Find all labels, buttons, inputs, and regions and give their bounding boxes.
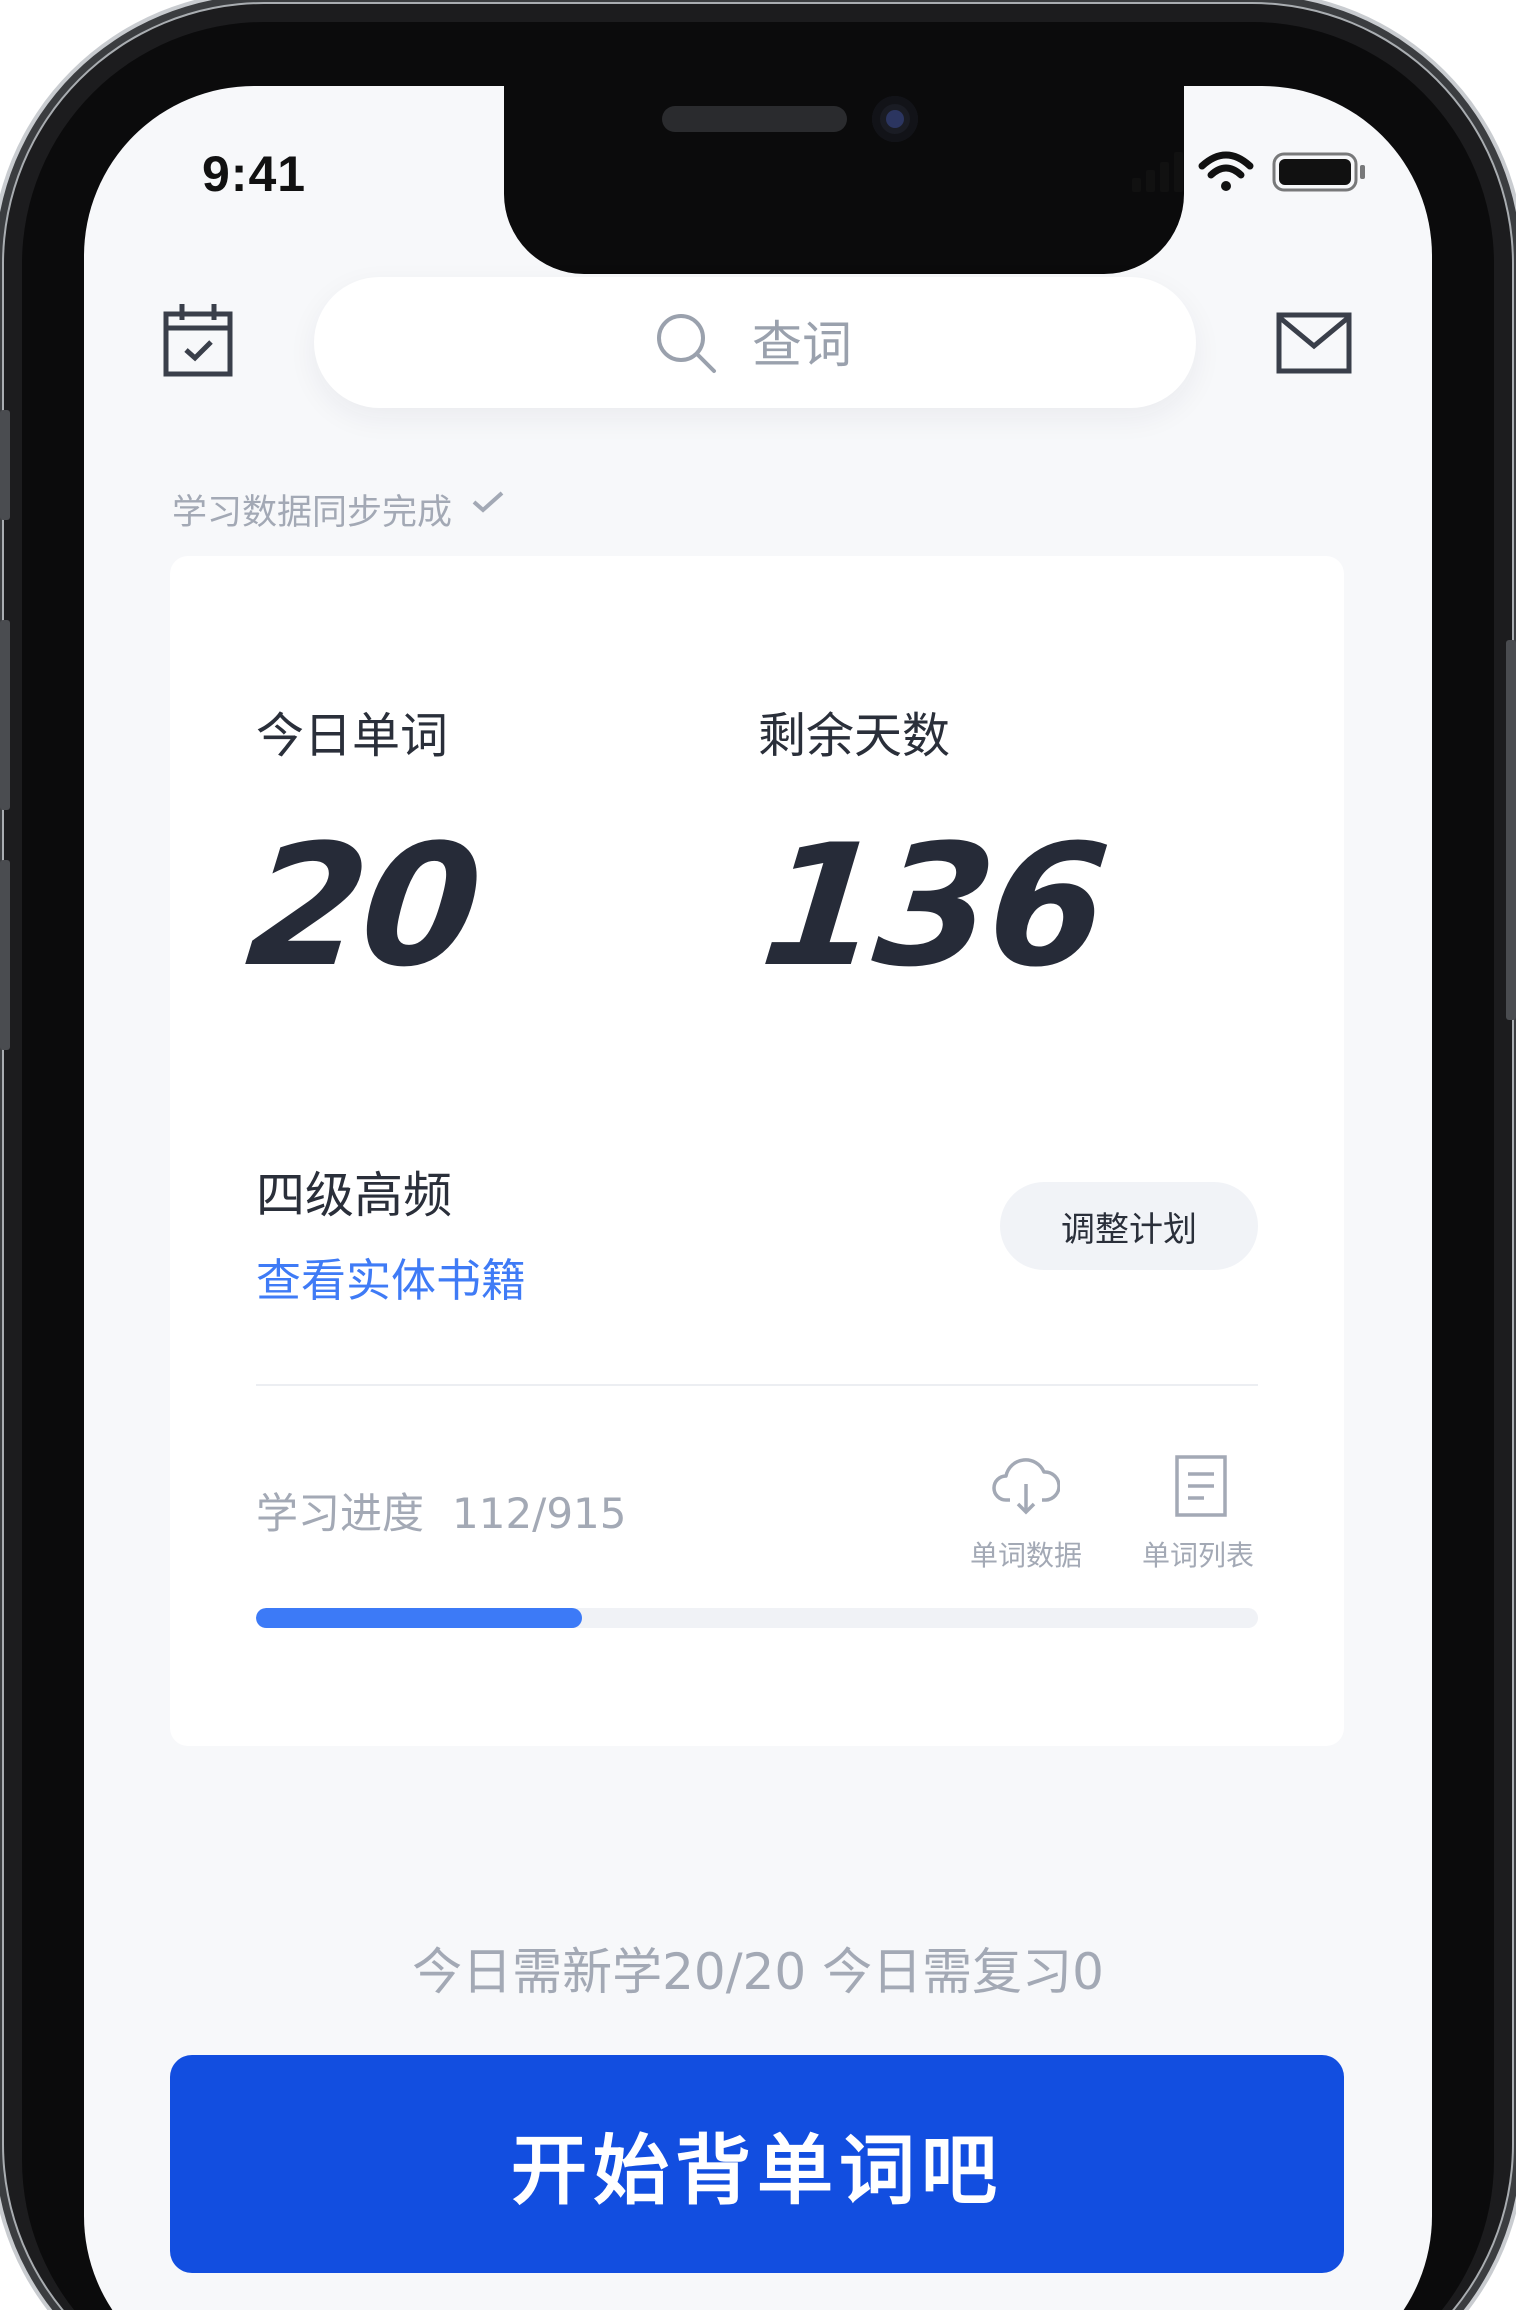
search-icon <box>657 314 716 373</box>
volume-down-button <box>0 860 10 1050</box>
signal-icon <box>1132 152 1183 192</box>
daily-summary: 今日需新学20/20 今日需复习0 <box>412 1943 1104 2001</box>
status-time: 9:41 <box>202 146 307 202</box>
speaker-grille <box>662 106 847 132</box>
mute-switch <box>0 410 10 520</box>
volume-up-button <box>0 620 10 810</box>
progress-label-text: 学习进度 <box>256 1489 425 1538</box>
front-camera <box>872 96 918 142</box>
remaining-days-value: 136 <box>753 808 1113 1004</box>
card-divider <box>256 1384 1258 1386</box>
word-list-label: 单词列表 <box>1142 1539 1255 1572</box>
mail-icon[interactable] <box>1276 312 1352 374</box>
power-button <box>1506 640 1516 1020</box>
document-list-icon <box>1175 1455 1227 1517</box>
calendar-check-icon[interactable] <box>162 302 236 380</box>
cloud-download-icon <box>992 1458 1060 1515</box>
search-bar[interactable]: 查词 <box>314 277 1196 408</box>
word-data-label: 单词数据 <box>970 1539 1083 1572</box>
progress-fill <box>256 1608 582 1628</box>
progress-count: 112/915 <box>452 1489 627 1538</box>
status-icons <box>1132 151 1365 192</box>
search-placeholder: 查词 <box>752 316 852 374</box>
today-words-value: 20 <box>239 808 487 1004</box>
view-book-link[interactable]: 查看实体书籍 <box>256 1244 526 1309</box>
today-words-label: 今日单词 <box>256 708 449 764</box>
stage: 9:41 查词 学习数据同步完成 今日单词 20 剩余天数 136 四级高频 查… <box>0 0 1516 2310</box>
check-icon <box>472 491 504 513</box>
book-title: 四级高频 <box>256 1167 453 1224</box>
sync-status-text: 学习数据同步完成 <box>172 493 453 533</box>
progress-label: 学习进度 112/915 <box>256 1480 627 1541</box>
start-learning-button[interactable]: 开始背单词吧 <box>170 2055 1344 2273</box>
battery-icon <box>1272 152 1365 192</box>
remaining-days-label: 剩余天数 <box>758 708 951 764</box>
plan-card: 今日单词 20 剩余天数 136 四级高频 查看实体书籍 调整计划 学习进度 11… <box>170 556 1344 1746</box>
wifi-icon <box>1198 151 1254 191</box>
adjust-plan-button[interactable]: 调整计划 <box>1000 1182 1258 1270</box>
progress-track <box>256 1608 1258 1628</box>
